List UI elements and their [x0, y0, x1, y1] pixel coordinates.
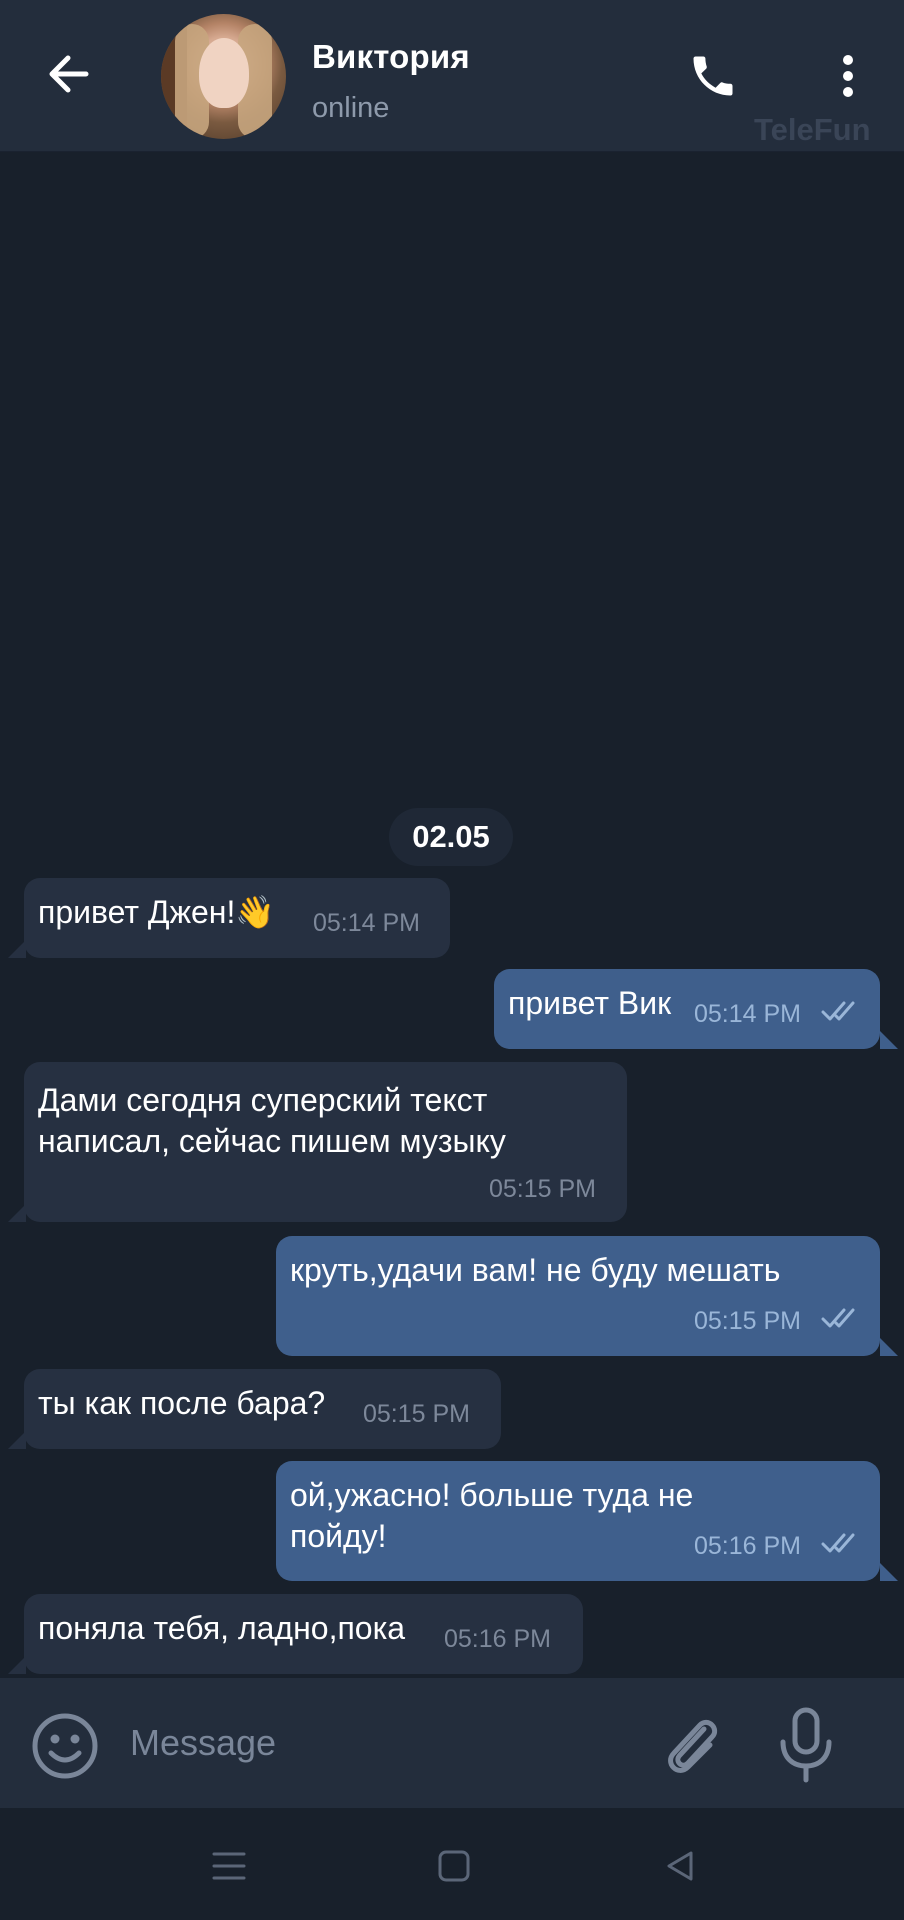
chat-screen: Виктория online TeleFun 02.05 привет Дже… [0, 0, 904, 1920]
attach-button[interactable] [660, 1711, 726, 1781]
watermark: TeleFun [754, 112, 871, 147]
microphone-button[interactable] [773, 1706, 839, 1784]
contact-status: online [312, 92, 390, 124]
paperclip-icon [668, 1719, 718, 1773]
message-text: привет Джен!👋 [38, 892, 275, 933]
back-nav-button[interactable] [652, 1838, 708, 1894]
message-bubble-outgoing[interactable]: привет Вик 05:14 PM [494, 969, 898, 1049]
arrow-left-icon [49, 55, 89, 93]
more-options-button[interactable] [830, 46, 866, 106]
message-composer [0, 1678, 904, 1808]
message-text: круть,удачи вам! не буду мешать [290, 1252, 781, 1288]
phone-icon [693, 56, 733, 96]
message-bubble-incoming[interactable]: ты как после бара? 05:15 PM [8, 1369, 501, 1449]
message-time: 05:15 PM [694, 1307, 802, 1335]
message-time: 05:14 PM [694, 1000, 802, 1028]
message-text: ой,ужасно! больше туда не пойду! [290, 1477, 694, 1554]
message-bubble-incoming[interactable]: привет Джен!👋 05:14 PM [8, 878, 450, 958]
contact-name[interactable]: Виктория [312, 38, 470, 76]
double-check-icon [821, 1533, 855, 1553]
square-icon [438, 1850, 470, 1882]
message-text: привет Вик [508, 985, 672, 1021]
emoji-button[interactable] [30, 1711, 100, 1781]
message-bubble-outgoing[interactable]: круть,удачи вам! не буду мешать 05:15 PM [276, 1236, 898, 1356]
message-time: 05:16 PM [694, 1532, 802, 1560]
message-input[interactable] [130, 1708, 630, 1778]
contact-avatar[interactable] [161, 14, 286, 139]
date-badge: 02.05 [389, 808, 513, 866]
waving-hand-emoji: 👋 [235, 894, 276, 930]
message-time: 05:16 PM [444, 1625, 552, 1653]
triangle-back-icon [667, 1851, 693, 1881]
menu-lines-icon [212, 1852, 246, 1880]
message-bubble-incoming[interactable]: Дами сегодня суперский текст написал, се… [8, 1062, 627, 1222]
message-bubble-outgoing[interactable]: ой,ужасно! больше туда не пойду! 05:16 P… [276, 1461, 898, 1581]
smiley-icon [32, 1713, 98, 1779]
message-time: 05:14 PM [313, 909, 421, 937]
back-button[interactable] [40, 46, 96, 102]
double-check-icon [821, 1308, 855, 1328]
chat-header: Виктория online TeleFun [0, 0, 904, 152]
system-navigation-bar [0, 1808, 904, 1920]
home-button[interactable] [426, 1838, 482, 1894]
message-time: 05:15 PM [489, 1175, 597, 1203]
message-text: Дами сегодня суперский текст написал, се… [38, 1082, 506, 1159]
message-time: 05:15 PM [363, 1400, 471, 1428]
double-check-icon [821, 1001, 855, 1021]
message-bubble-incoming[interactable]: поняла тебя, ладно,пока 05:16 PM [8, 1594, 583, 1674]
call-button[interactable] [683, 46, 743, 106]
dots-vertical-icon [843, 55, 853, 97]
recent-apps-button[interactable] [201, 1838, 257, 1894]
microphone-icon [780, 1707, 832, 1783]
message-text: ты как после бара? [38, 1385, 326, 1421]
message-text: поняла тебя, ладно,пока [38, 1610, 406, 1646]
